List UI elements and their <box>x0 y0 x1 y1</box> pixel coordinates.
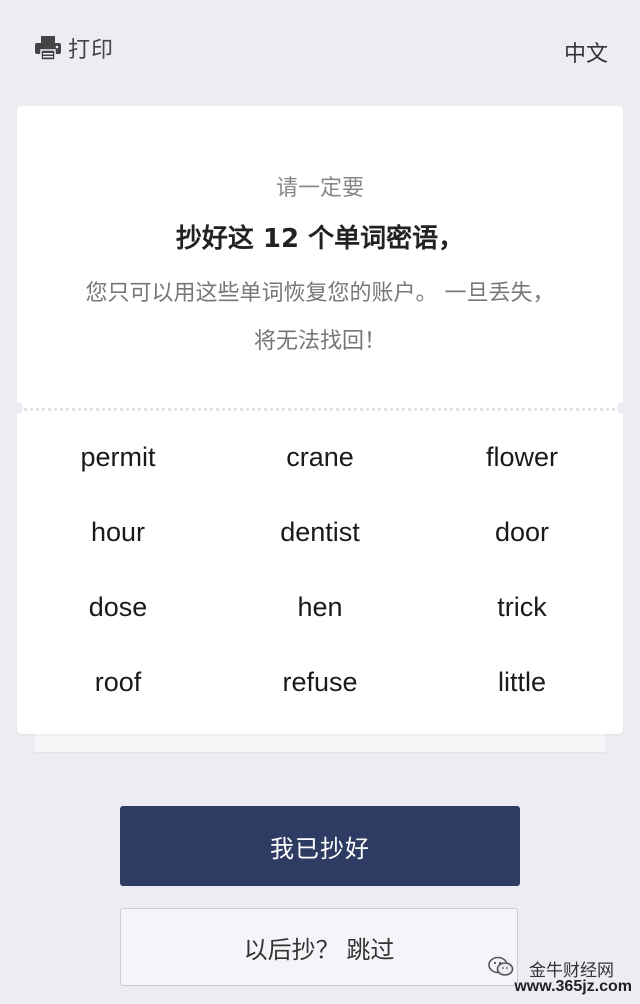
intro-text: 请一定要 <box>275 176 364 201</box>
card-header: 请一定要 抄好这 12 个单词密语， 您只可以用这些单词恢复您的账户。 一旦丢失… <box>17 106 623 408</box>
language-switch[interactable]: 中文 <box>564 36 608 68</box>
mnemonic-word: trick <box>497 592 547 622</box>
mnemonic-word: dose <box>88 592 148 622</box>
confirm-copied-button[interactable]: 我已抄好 <box>120 806 520 886</box>
mnemonic-word-grid: permit crane flower hour dentist door do… <box>17 420 623 720</box>
card-description: 您只可以用这些单词恢复您的账户。 一旦丢失，将无法找回！ <box>85 281 555 354</box>
wechat-icon <box>488 956 514 978</box>
ticket-notch-left <box>11 402 23 414</box>
ticket-notch-right <box>617 402 629 414</box>
mnemonic-word: dentist <box>280 517 360 547</box>
mnemonic-card: 请一定要 抄好这 12 个单词密语， 您只可以用这些单词恢复您的账户。 一旦丢失… <box>11 106 629 734</box>
skip-button[interactable]: 以后抄？ 跳过 <box>120 908 518 986</box>
mnemonic-word: refuse <box>282 667 358 697</box>
mnemonic-word: little <box>497 667 546 697</box>
watermark-url: www.365jz.com <box>514 978 632 995</box>
mnemonic-word: crane <box>286 442 354 472</box>
dotted-divider <box>17 408 623 411</box>
top-bar: 打印 中文 <box>0 0 640 100</box>
mnemonic-word: hour <box>90 517 146 547</box>
mnemonic-word: hen <box>297 592 343 622</box>
mnemonic-word: roof <box>94 667 142 697</box>
print-button[interactable]: 打印 <box>34 30 114 66</box>
mnemonic-word: flower <box>485 442 559 472</box>
mnemonic-word: door <box>494 517 550 547</box>
watermark: 金牛财经网 www.365jz.com <box>480 956 632 1000</box>
print-label: 打印 <box>68 38 115 63</box>
printer-icon <box>34 35 62 61</box>
mnemonic-word: permit <box>80 442 156 472</box>
card-headline: 抄好这 12 个单词密语， <box>175 224 465 254</box>
